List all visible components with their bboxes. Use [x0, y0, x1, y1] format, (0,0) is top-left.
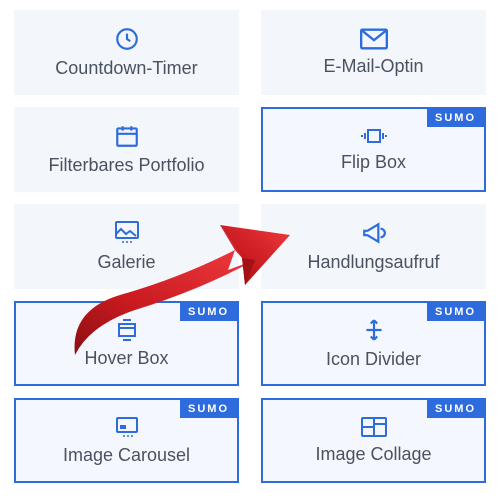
collage-icon: [360, 416, 388, 438]
tile-label: Galerie: [97, 252, 155, 273]
tile-image-collage[interactable]: SUMO Image Collage: [261, 398, 486, 483]
tile-call-to-action[interactable]: Handlungsaufruf: [261, 204, 486, 289]
tile-label: Handlungsaufruf: [307, 252, 439, 273]
sumo-badge: SUMO: [427, 400, 484, 418]
tile-gallery[interactable]: Galerie: [14, 204, 239, 289]
tile-label: Flip Box: [341, 152, 406, 173]
hover-icon: [113, 318, 141, 342]
divider-icon: [361, 317, 387, 343]
tile-countdown-timer[interactable]: Countdown-Timer: [14, 10, 239, 95]
module-grid: Countdown-Timer E-Mail-Optin Filterbares…: [14, 10, 486, 483]
tile-label: Filterbares Portfolio: [48, 155, 204, 176]
tile-label: Icon Divider: [326, 349, 421, 370]
tile-filterable-portfolio[interactable]: Filterbares Portfolio: [14, 107, 239, 192]
sumo-badge: SUMO: [180, 303, 237, 321]
tile-label: Image Carousel: [63, 445, 190, 466]
gallery-icon: [113, 220, 141, 246]
mail-icon: [360, 28, 388, 50]
flip-icon: [359, 126, 389, 146]
sumo-badge: SUMO: [427, 109, 484, 127]
sumo-badge: SUMO: [180, 400, 237, 418]
tile-label: Image Collage: [315, 444, 431, 465]
clock-icon: [114, 26, 140, 52]
tile-label: Hover Box: [84, 348, 168, 369]
tile-icon-divider[interactable]: SUMO Icon Divider: [261, 301, 486, 386]
tile-label: E-Mail-Optin: [323, 56, 423, 77]
tile-flip-box[interactable]: SUMO Flip Box: [261, 107, 486, 192]
sumo-badge: SUMO: [427, 303, 484, 321]
tile-email-optin[interactable]: E-Mail-Optin: [261, 10, 486, 95]
calendar-icon: [114, 123, 140, 149]
megaphone-icon: [361, 220, 387, 246]
tile-label: Countdown-Timer: [55, 58, 197, 79]
tile-hover-box[interactable]: SUMO Hover Box: [14, 301, 239, 386]
tile-image-carousel[interactable]: SUMO Image Carousel: [14, 398, 239, 483]
carousel-icon: [113, 415, 141, 439]
